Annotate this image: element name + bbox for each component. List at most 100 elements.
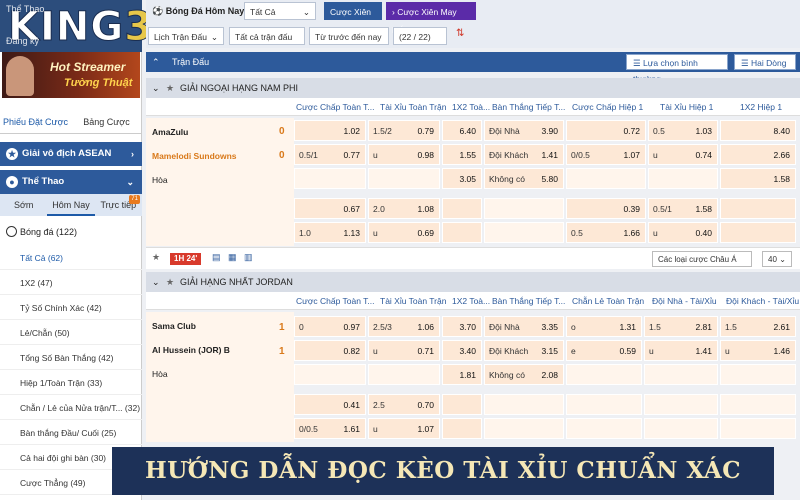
odds-cell[interactable]: 0.82 bbox=[294, 340, 366, 361]
odds-cell[interactable]: 1.5 2.81 bbox=[644, 316, 718, 337]
odds-cell[interactable]: Không có 2.08 bbox=[484, 364, 564, 385]
sports-section[interactable]: ● Thể Thao ⌄ bbox=[0, 170, 142, 194]
match-filter-dropdown[interactable]: Tất cả trận đấu⌄ bbox=[229, 27, 305, 60]
chevron-down-icon[interactable]: ⌄ bbox=[152, 78, 160, 98]
parlay-button[interactable]: Cược Xiên › bbox=[324, 2, 382, 35]
league-count[interactable]: (22 / 22) Giải bbox=[393, 27, 447, 60]
odds-cell[interactable]: 0.39 bbox=[566, 198, 646, 219]
asean-championship-section[interactable]: ★ Giải vô địch ASEAN › bbox=[0, 142, 142, 166]
odds-cell[interactable]: 0.41 bbox=[294, 394, 366, 415]
hot-streamer-banner[interactable]: Hot Streamer Tường Thuật bbox=[2, 52, 140, 98]
lines-dropdown[interactable]: ☰ Hai Dòng⌄ bbox=[734, 54, 796, 84]
odds-cell[interactable]: 0.5 1.03 bbox=[648, 120, 718, 141]
odds-cell[interactable]: u 1.07 bbox=[368, 418, 440, 439]
odds-cell[interactable]: 0/0.5 1.07 bbox=[566, 144, 646, 165]
draw-label: Hòa bbox=[152, 175, 168, 185]
odds-cell[interactable]: 0/0.5 1.61 bbox=[294, 418, 366, 439]
odds-cell[interactable]: e 0.59 bbox=[566, 340, 642, 361]
odds-cell[interactable] bbox=[442, 198, 482, 219]
odds-cell[interactable]: 0.5/1 0.77 bbox=[294, 144, 366, 165]
tab-live[interactable]: Trực tiếp 71 bbox=[95, 194, 142, 216]
odds-cell[interactable]: u 0.74 bbox=[648, 144, 718, 165]
period-dropdown[interactable]: Từ trước đến nay⌄ bbox=[309, 27, 389, 60]
away-team[interactable]: Mamelodi Sundowns bbox=[152, 151, 237, 161]
odds-cell[interactable]: u 0.71 bbox=[368, 340, 440, 361]
odds-cell[interactable]: 1.02 bbox=[294, 120, 366, 141]
filter-dropdown[interactable]: Tất Cả ⌄ bbox=[244, 2, 316, 20]
odds-cell[interactable]: 3.40 bbox=[442, 340, 482, 361]
odds-cell[interactable]: 1.5/2 0.79 bbox=[368, 120, 440, 141]
odds-cell[interactable]: o 1.31 bbox=[566, 316, 642, 337]
star-icon[interactable]: ★ bbox=[166, 78, 174, 98]
odds-cell[interactable]: 0.5/1 1.58 bbox=[648, 198, 718, 219]
odds-cell[interactable]: 2.0 1.08 bbox=[368, 198, 440, 219]
chart-icon[interactable]: ▥ bbox=[244, 252, 253, 263]
tab-bet-slip[interactable]: Phiếu Đặt Cược ⌄ bbox=[0, 112, 71, 147]
odds-value: 1.13 bbox=[343, 228, 360, 238]
home-team[interactable]: AmaZulu bbox=[152, 127, 188, 137]
odds-cell bbox=[566, 418, 642, 439]
sport-soccer[interactable]: Bóng đá (122) bbox=[0, 222, 142, 242]
tab-today[interactable]: Hôm Nay bbox=[47, 194, 95, 216]
odds-cell[interactable]: u 0.98 bbox=[368, 144, 440, 165]
list-icon[interactable]: ▤ bbox=[212, 252, 221, 263]
tab-odds-board[interactable]: Bảng Cược bbox=[71, 112, 142, 133]
odds-cell[interactable]: u 1.41 bbox=[644, 340, 718, 361]
odds-cell[interactable]: Không có 5.80 bbox=[484, 168, 564, 189]
odds-cell[interactable]: 1.55 bbox=[442, 144, 482, 165]
odds-cell[interactable]: u 0.69 bbox=[368, 222, 440, 243]
odds-cell[interactable]: Đội Khách 3.15 bbox=[484, 340, 564, 361]
bet-type-item[interactable]: Bàn thắng Đầu/ Cuối (25) bbox=[0, 421, 142, 445]
odds-cell[interactable] bbox=[442, 394, 482, 415]
display-option-dropdown[interactable]: ☰ Lựa chọn bình thường⌄ bbox=[626, 54, 728, 84]
star-icon[interactable]: ★ bbox=[166, 272, 174, 292]
bet-type-item[interactable]: 1X2 (47) bbox=[0, 271, 142, 295]
odds-cell[interactable] bbox=[720, 198, 796, 219]
odds-cell[interactable]: 0.67 bbox=[294, 198, 366, 219]
lucky-parlay-button[interactable]: › Cược Xiên May Mắn bbox=[386, 2, 476, 35]
odds-cell[interactable] bbox=[720, 222, 796, 243]
odds-cell[interactable]: u 0.40 bbox=[648, 222, 718, 243]
bet-type-item[interactable]: Tỷ Số Chính Xác (42) bbox=[0, 296, 142, 320]
odds-cell[interactable]: 2.66 bbox=[720, 144, 796, 165]
bet-type-item[interactable]: Hiệp 1/Toàn Trận (33) bbox=[0, 371, 142, 395]
odds-cell[interactable]: 2.5/3 1.06 bbox=[368, 316, 440, 337]
odds-cell[interactable]: u 1.46 bbox=[720, 340, 796, 361]
tab-early[interactable]: Sớm bbox=[0, 194, 47, 216]
odds-cell[interactable]: Đội Khách 1.41 bbox=[484, 144, 564, 165]
bet-type-item[interactable]: Chẵn / Lẻ của Nửa trận/T... (32) bbox=[0, 396, 142, 420]
sidebar: KING33 Thể Thao Đăng ký Hot Streamer Tườ… bbox=[0, 0, 181, 500]
bet-type-item[interactable]: Tất Cả (62) bbox=[0, 246, 142, 270]
home-team[interactable]: Sama Club bbox=[152, 321, 196, 331]
odds-cell[interactable]: 3.70 bbox=[442, 316, 482, 337]
bet-type-item[interactable]: Tổng Số Bàn Thắng (42) bbox=[0, 346, 142, 370]
odds-cell[interactable]: 2.5 0.70 bbox=[368, 394, 440, 415]
register-label[interactable]: Đăng ký bbox=[6, 36, 39, 46]
odds-cell[interactable]: 3.05 bbox=[442, 168, 482, 189]
league-header[interactable]: ⌄ ★ GIẢI HẠNG NHẤT JORDAN bbox=[146, 272, 800, 292]
odds-cell[interactable]: 8.40 bbox=[720, 120, 796, 141]
odds-cell[interactable]: Đội Nhà 3.90 bbox=[484, 120, 564, 141]
odds-cell[interactable] bbox=[442, 418, 482, 439]
away-team[interactable]: Al Hussein (JOR) B bbox=[152, 345, 230, 355]
sort-dropdown[interactable]: Lịch Trận Đấu ⌄ bbox=[148, 27, 224, 45]
odds-cell[interactable]: 1.0 1.13 bbox=[294, 222, 366, 243]
odds-cell[interactable]: 1.5 2.61 bbox=[720, 316, 796, 337]
other-asian-bets-dropdown[interactable]: Các loại cược Châu Á khác⌄ bbox=[652, 251, 752, 280]
league-header[interactable]: ⌄ ★ GIẢI NGOẠI HẠNG NAM PHI bbox=[146, 78, 800, 98]
odds-cell[interactable]: 0 0.97 bbox=[294, 316, 366, 337]
odds-cell[interactable]: 1.81 bbox=[442, 364, 482, 385]
odds-cell[interactable]: 0.5 1.66 bbox=[566, 222, 646, 243]
page-size-dropdown[interactable]: 40 ⌄ bbox=[762, 251, 792, 267]
chevron-down-icon[interactable]: ⌄ bbox=[152, 272, 160, 292]
odds-cell[interactable]: 0.72 bbox=[566, 120, 646, 141]
stats-table-icon[interactable]: ▦ bbox=[228, 252, 237, 263]
star-icon[interactable]: ★ bbox=[152, 252, 160, 263]
odds-cell[interactable]: 6.40 bbox=[442, 120, 482, 141]
chevron-up-icon[interactable]: ⌃ bbox=[152, 52, 160, 72]
odds-cell[interactable] bbox=[442, 222, 482, 243]
bet-type-item[interactable]: Lẻ/Chẵn (50) bbox=[0, 321, 142, 345]
odds-cell[interactable]: Đội Nhà 3.35 bbox=[484, 316, 564, 337]
odds-cell[interactable]: 1.58 bbox=[720, 168, 796, 189]
sort-icon[interactable]: ⇅ bbox=[456, 28, 464, 39]
